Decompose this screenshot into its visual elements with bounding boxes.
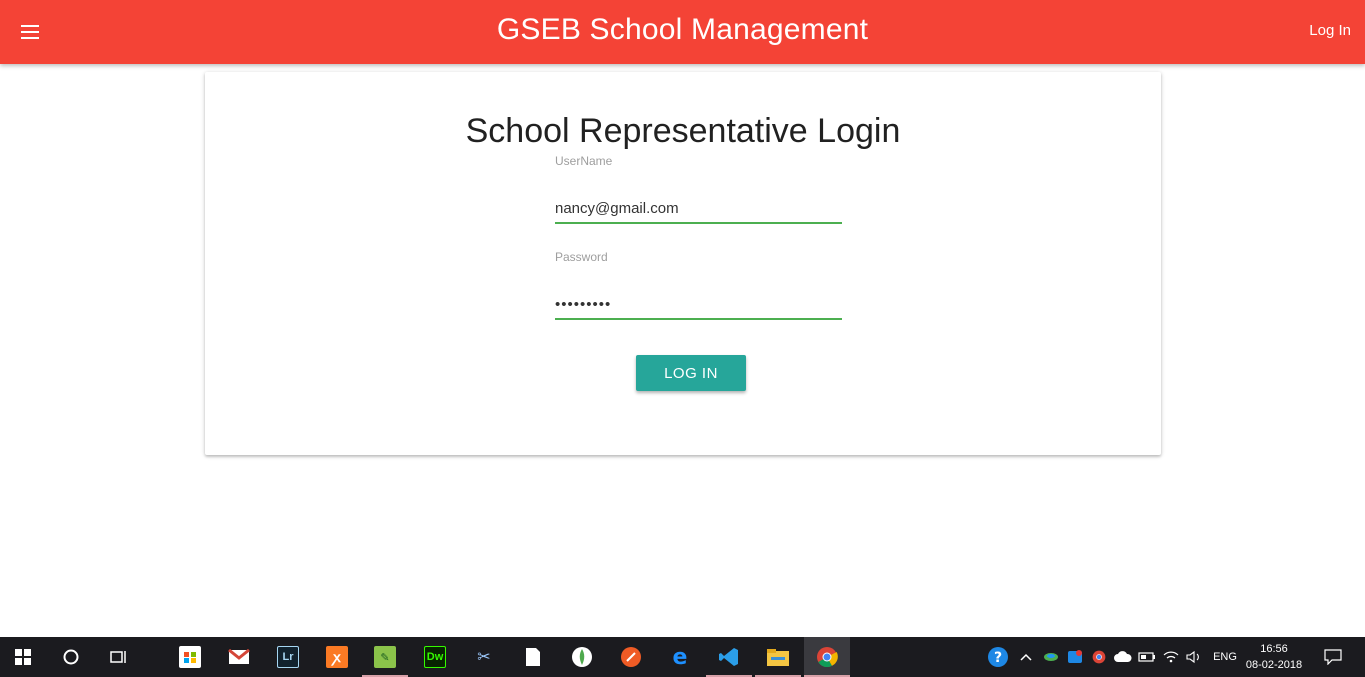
notifications-icon[interactable] bbox=[1318, 637, 1348, 677]
chrome-icon[interactable] bbox=[804, 637, 850, 677]
help-icon[interactable]: ? bbox=[984, 637, 1012, 677]
clock-date: 08-02-2018 bbox=[1245, 659, 1303, 671]
chevron-up-icon[interactable] bbox=[1016, 637, 1036, 677]
windows-start-icon[interactable] bbox=[0, 637, 46, 677]
app-title: GSEB School Management bbox=[496, 13, 869, 46]
username-input[interactable] bbox=[555, 194, 842, 224]
vscode-icon[interactable] bbox=[706, 637, 752, 677]
lightroom-icon[interactable]: Lr bbox=[265, 637, 311, 677]
username-label: UserName bbox=[555, 154, 613, 168]
page-title: School Representative Login bbox=[465, 112, 901, 150]
svg-text:?: ? bbox=[994, 650, 1002, 666]
mongodb-icon[interactable] bbox=[559, 637, 605, 677]
file-icon[interactable] bbox=[510, 637, 556, 677]
dreamweaver-icon[interactable]: Dw bbox=[412, 637, 458, 677]
network-drive-icon[interactable] bbox=[1040, 637, 1062, 677]
notepad-plus-icon[interactable]: ✎ bbox=[362, 637, 408, 677]
battery-icon[interactable] bbox=[1136, 637, 1158, 677]
security-icon[interactable] bbox=[1064, 637, 1086, 677]
app-bar: GSEB School Management Log In bbox=[0, 0, 1365, 64]
login-card: School Representative Login UserName Pas… bbox=[205, 72, 1161, 455]
wifi-icon[interactable] bbox=[1160, 637, 1182, 677]
cortana-search-icon[interactable] bbox=[48, 637, 94, 677]
snipping-tool-icon[interactable]: ✂ bbox=[461, 637, 507, 677]
clock-time: 16:56 bbox=[1260, 643, 1288, 655]
clock[interactable]: 16:56 08-02-2018 bbox=[1239, 641, 1309, 673]
task-view-icon[interactable] bbox=[96, 637, 142, 677]
language-indicator[interactable]: ENG bbox=[1208, 637, 1242, 677]
chrome-tray-icon[interactable] bbox=[1088, 637, 1110, 677]
xampp-icon[interactable]: ꭗ bbox=[314, 637, 360, 677]
cloud-upload-icon[interactable] bbox=[1112, 637, 1134, 677]
hamburger-menu-icon[interactable] bbox=[12, 16, 48, 48]
windows-taskbar: Lr ꭗ ✎ Dw ✂ e ? ENG 16:56 08-02-2018 bbox=[0, 637, 1365, 677]
file-explorer-icon[interactable] bbox=[755, 637, 801, 677]
password-label: Password bbox=[555, 250, 608, 264]
edge-icon[interactable]: e bbox=[657, 637, 703, 677]
login-link[interactable]: Log In bbox=[1309, 22, 1351, 39]
login-button[interactable]: LOG IN bbox=[636, 355, 746, 391]
mail-icon[interactable] bbox=[216, 637, 262, 677]
password-input[interactable] bbox=[555, 290, 842, 320]
volume-icon[interactable] bbox=[1184, 637, 1204, 677]
postman-icon[interactable] bbox=[608, 637, 654, 677]
store-icon[interactable] bbox=[167, 637, 213, 677]
